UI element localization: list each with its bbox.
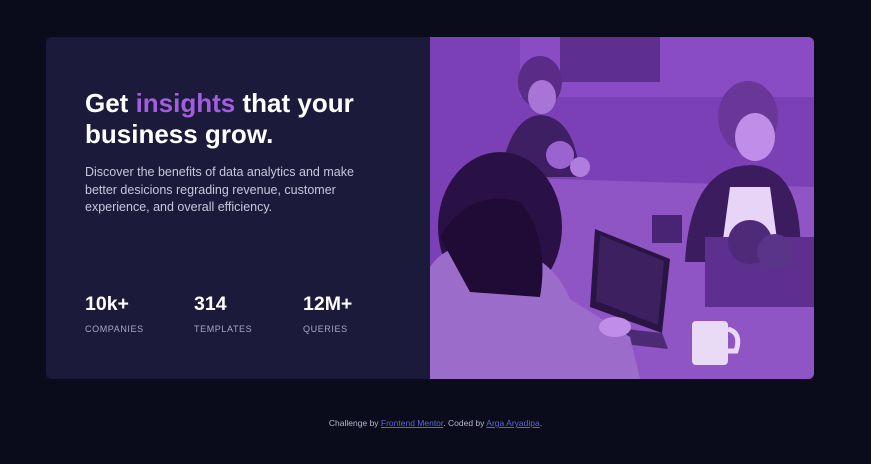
headline-start: Get — [85, 88, 136, 118]
card-content: Get insights that your business grow. Di… — [46, 37, 430, 379]
author-link[interactable]: Arga Aryadipa — [486, 418, 539, 428]
stat-value: 314 — [194, 293, 227, 315]
stat-templates: 314 TEMPLATES — [194, 293, 303, 334]
footer-prefix: Challenge by — [328, 418, 381, 428]
headline: Get insights that your business grow. — [85, 88, 385, 150]
office-meeting-illustration — [430, 37, 814, 379]
team-photo — [430, 37, 814, 379]
headline-accent: insights — [135, 88, 236, 118]
footer-suffix: . — [539, 418, 543, 428]
stat-label: QUERIES — [303, 324, 348, 334]
stat-queries: 12M+ QUERIES — [303, 293, 412, 334]
insights-card: Get insights that your business grow. Di… — [46, 37, 814, 379]
stats-row: 10k+ COMPANIES 314 TEMPLATES 12M+ QUERIE… — [85, 293, 412, 334]
stat-companies: 10k+ COMPANIES — [85, 293, 194, 334]
stat-label: TEMPLATES — [194, 324, 253, 334]
stat-value: 12M+ — [303, 293, 353, 315]
stat-value: 10k+ — [85, 293, 129, 315]
stat-label: COMPANIES — [85, 324, 144, 334]
footer-middle: . Coded by — [443, 418, 487, 428]
description: Discover the benefits of data analytics … — [85, 165, 354, 214]
attribution-footer: Challenge by Frontend Mentor. Coded by A… — [0, 418, 871, 428]
frontend-mentor-link[interactable]: Frontend Mentor — [381, 418, 443, 428]
